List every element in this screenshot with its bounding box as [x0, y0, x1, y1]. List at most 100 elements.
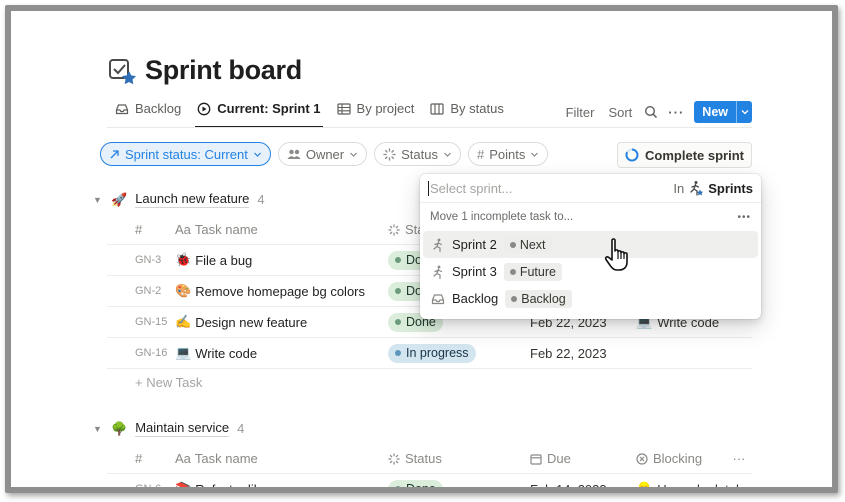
- task-id: GN-15: [135, 316, 168, 328]
- task-name-cell[interactable]: 💻 Write code: [175, 345, 388, 361]
- people-icon: [287, 149, 301, 159]
- runner-icon: [433, 238, 443, 252]
- col-blocking[interactable]: Blocking: [636, 451, 726, 466]
- col-number[interactable]: #: [107, 451, 175, 466]
- tab-by-project[interactable]: By project: [329, 99, 423, 127]
- complete-sprint-button[interactable]: Complete sprint: [617, 142, 752, 168]
- col-label: Due: [547, 451, 571, 466]
- task-name-cell[interactable]: ✍️ Design new feature: [175, 314, 388, 330]
- col-status[interactable]: Status: [388, 451, 530, 466]
- col-label: Blocking: [653, 451, 703, 466]
- search-scope[interactable]: In Sprints: [673, 180, 753, 196]
- sprint-option-sprint-2[interactable]: Sprint 2 Next: [423, 231, 758, 258]
- complete-sprint-label: Complete sprint: [645, 147, 744, 163]
- sprint-tag-text: Next: [519, 237, 546, 252]
- filter-label: Sprint status: Current: [125, 146, 248, 162]
- sprint-tag: Future: [503, 262, 562, 281]
- group-header-maintain[interactable]: ▼ 🌳 Maintain service 4: [93, 420, 244, 437]
- tab-backlog[interactable]: Backlog: [107, 99, 189, 127]
- blocking-task: Upgrade datab: [657, 481, 744, 493]
- sprint-name: Sprint 2: [452, 237, 497, 252]
- more-options-icon[interactable]: ···: [726, 451, 752, 466]
- filter-button[interactable]: Filter: [564, 105, 597, 120]
- status-text: In progress: [406, 346, 469, 360]
- col-label: Task name: [194, 222, 258, 237]
- bug-icon: 🐞: [175, 252, 192, 267]
- new-button[interactable]: New: [694, 101, 752, 123]
- sprint-search[interactable]: Select sprint... In Sprints: [420, 174, 761, 203]
- sort-button[interactable]: Sort: [606, 105, 634, 120]
- tab-label: Backlog: [135, 100, 182, 116]
- hash-icon: #: [476, 146, 485, 162]
- scope-name: Sprints: [708, 180, 753, 196]
- checkbox-star-icon: [107, 56, 137, 86]
- task-name-cell[interactable]: 📚 Refactor library: [175, 481, 388, 493]
- task-id: GN-2: [135, 285, 162, 297]
- tab-by-status[interactable]: By status: [422, 99, 511, 127]
- status-badge: Done: [388, 479, 443, 487]
- scope-prefix: In: [673, 180, 685, 196]
- filter-sprint-status[interactable]: Sprint status: Current: [100, 142, 271, 166]
- task-name-cell[interactable]: 🐞 File a bug: [175, 252, 388, 268]
- sprint-progress-icon: [625, 148, 639, 162]
- sprint-option-sprint-3[interactable]: Sprint 3 Future: [423, 258, 758, 285]
- task-name: Refactor library: [195, 481, 284, 493]
- task-name: File a bug: [195, 252, 253, 268]
- group-count: 4: [257, 192, 265, 207]
- section-label-text: Move 1 incomplete task to...: [430, 211, 574, 223]
- page-header: Sprint board: [107, 55, 302, 86]
- view-actions: Filter Sort ··· New: [564, 101, 752, 123]
- new-task-button[interactable]: + New Task: [135, 375, 202, 390]
- task-name-cell[interactable]: 🎨 Remove homepage bg colors: [175, 283, 388, 299]
- due-date[interactable]: Feb 14, 2023: [530, 482, 636, 488]
- col-task-name[interactable]: Aa Task name: [175, 451, 388, 466]
- blocking-cell[interactable]: 👷 Upgrade datab: [636, 481, 752, 493]
- table-row[interactable]: GN-6 📚 Refactor library Done Feb 14, 2023…: [107, 474, 752, 493]
- board-icon: [430, 102, 444, 115]
- rocket-icon: 🚀: [111, 191, 128, 207]
- books-icon: 📚: [175, 481, 192, 493]
- inbox-icon: [115, 103, 129, 114]
- tab-label: By project: [356, 100, 415, 116]
- more-options-icon[interactable]: •••: [737, 212, 751, 223]
- task-id: GN-16: [135, 347, 168, 359]
- task-name: Write code: [195, 345, 258, 361]
- chevron-down-icon: [444, 152, 451, 157]
- tabs-divider: [107, 127, 752, 128]
- col-task-name[interactable]: Aa Task name: [175, 222, 388, 237]
- status-spinner-icon: [388, 223, 400, 236]
- caret-down-icon[interactable]: ▼: [93, 424, 103, 434]
- due-date[interactable]: Feb 22, 2023: [530, 346, 636, 361]
- col-number[interactable]: #: [107, 222, 175, 237]
- sprint-search-input[interactable]: Select sprint...: [430, 181, 673, 196]
- col-due[interactable]: Due: [530, 451, 636, 466]
- col-label: Status: [405, 451, 442, 466]
- sprint-name: Sprint 3: [452, 264, 497, 279]
- status-cell[interactable]: In progress: [388, 343, 530, 363]
- sprint-option-backlog[interactable]: Backlog Backlog: [423, 285, 758, 312]
- calendar-icon: [530, 453, 542, 465]
- table-icon: [336, 102, 351, 115]
- more-options-icon[interactable]: ···: [668, 105, 684, 120]
- sprint-tag-text: Future: [519, 264, 556, 279]
- hand-pointer-cursor: [604, 238, 628, 271]
- filter-label: Owner: [305, 146, 345, 162]
- sprint-picker-dropdown: Select sprint... In Sprints Move 1 incom…: [420, 174, 761, 319]
- status-badge: In progress: [388, 343, 476, 363]
- filter-status[interactable]: Status: [374, 142, 461, 166]
- filter-owner[interactable]: Owner: [277, 142, 368, 166]
- search-icon[interactable]: [644, 105, 658, 119]
- sprint-tag: Next: [503, 235, 552, 254]
- play-circle-icon: [197, 102, 211, 115]
- construction-worker-icon: 👷: [636, 481, 653, 493]
- group-header-launch[interactable]: ▼ 🚀 Launch new feature 4: [93, 191, 265, 208]
- app-window: Sprint board Backlog Current: Sprint 1 B…: [5, 5, 838, 493]
- tab-current-sprint[interactable]: Current: Sprint 1: [189, 99, 328, 128]
- status-cell[interactable]: Done: [388, 479, 530, 487]
- table-row[interactable]: GN-16 💻 Write code In progress Feb 22, 20…: [107, 338, 752, 369]
- caret-down-icon[interactable]: ▼: [93, 195, 103, 205]
- inbox-icon: [431, 293, 445, 304]
- chevron-down-icon[interactable]: [736, 101, 752, 123]
- filter-points[interactable]: # Points: [467, 142, 549, 166]
- task-name: Design new feature: [195, 314, 308, 330]
